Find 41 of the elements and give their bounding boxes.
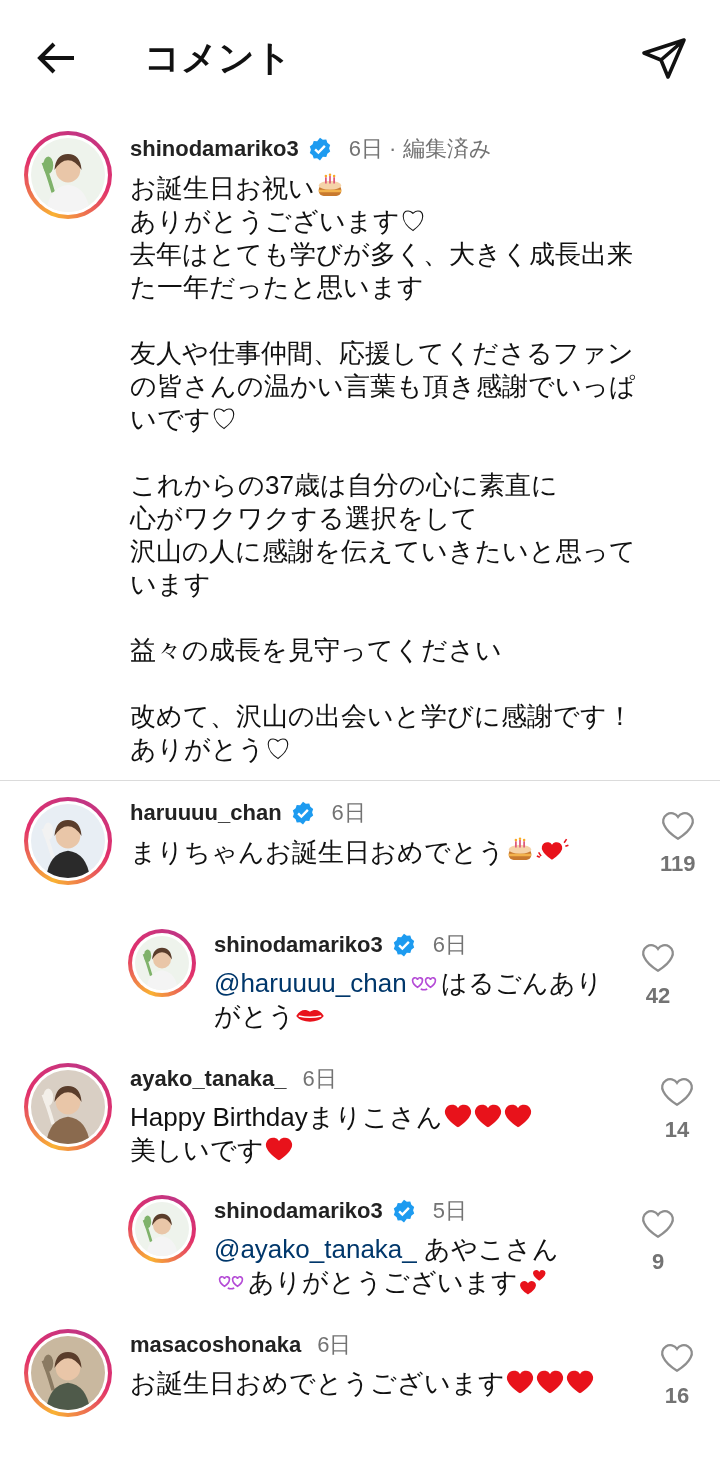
comment-text: これからの37歳は自分の心に素直に xyxy=(130,469,559,502)
comment-time: 6日 · 編集済み xyxy=(348,135,492,163)
comment-text: 心がワクワクする選択をして xyxy=(130,502,479,535)
comment-text: @ayako_tanaka_ あやこさん ありがとうございます xyxy=(214,1233,560,1299)
username[interactable]: shinodamariko3 xyxy=(214,1197,383,1225)
comment-text: 沢山の人に感謝を伝えていきたいと思っています xyxy=(130,535,637,601)
comment-text: 改めて、沢山の出会いと学びに感謝です！ xyxy=(130,700,634,733)
hearts-icon xyxy=(218,1273,244,1291)
comment-text: @haruuuu_chan はるごんありがとう xyxy=(214,967,604,1033)
comment-text: お誕生日おめでとうございます xyxy=(130,1367,642,1400)
comment-text: 友人や仕事仲間、応援してくださるファンの皆さんの温かい言葉も頂き感謝でいっぱいです♡ xyxy=(130,337,637,436)
like-heart-icon[interactable] xyxy=(660,1075,694,1109)
like-heart-icon[interactable] xyxy=(660,1341,694,1375)
comment-text: ありがとう♡ xyxy=(130,733,292,766)
comment-text: お誕生日お祝い ありがとうございます♡ 去年はとても学びが多く、大きく成長出来た一年だったと思います xyxy=(130,171,634,304)
comment-time: 6日 xyxy=(302,1065,337,1093)
comment-text: まりちゃんお誕生日おめでとう xyxy=(130,835,642,869)
username[interactable]: shinodamariko3 xyxy=(214,931,383,959)
like-count: 14 xyxy=(664,1116,690,1144)
username[interactable]: haruuuu_chan xyxy=(130,799,282,827)
hearts-icon xyxy=(410,974,437,992)
like-count: 9 xyxy=(651,1248,665,1276)
like-heart-icon[interactable] xyxy=(641,941,675,975)
comment-text: 益々の成長を見守ってください xyxy=(130,634,503,667)
username[interactable]: shinodamariko3 xyxy=(130,135,299,163)
like-count: 42 xyxy=(645,982,671,1010)
username[interactable]: ayako_tanaka_ xyxy=(130,1065,287,1093)
comment-time: 5日 xyxy=(432,1197,467,1225)
comment-time: 6日 xyxy=(432,931,467,959)
mention-link[interactable]: @haruuuu_chan xyxy=(214,968,407,998)
like-heart-icon[interactable] xyxy=(660,809,695,843)
like-count: 119 xyxy=(660,850,696,878)
comment-time: 6日 xyxy=(317,1331,352,1359)
comment-text: Happy Birthdayまりこさん 美しいです xyxy=(130,1101,642,1167)
mention-link[interactable]: @ayako_tanaka_ xyxy=(214,1234,417,1264)
like-heart-icon[interactable] xyxy=(641,1207,675,1241)
comment-time: 6日 xyxy=(331,799,366,827)
hearts-icon xyxy=(518,1267,548,1297)
page-title: コメント xyxy=(144,35,293,80)
username[interactable]: masacoshonaka xyxy=(130,1331,302,1359)
like-count: 16 xyxy=(664,1382,690,1410)
